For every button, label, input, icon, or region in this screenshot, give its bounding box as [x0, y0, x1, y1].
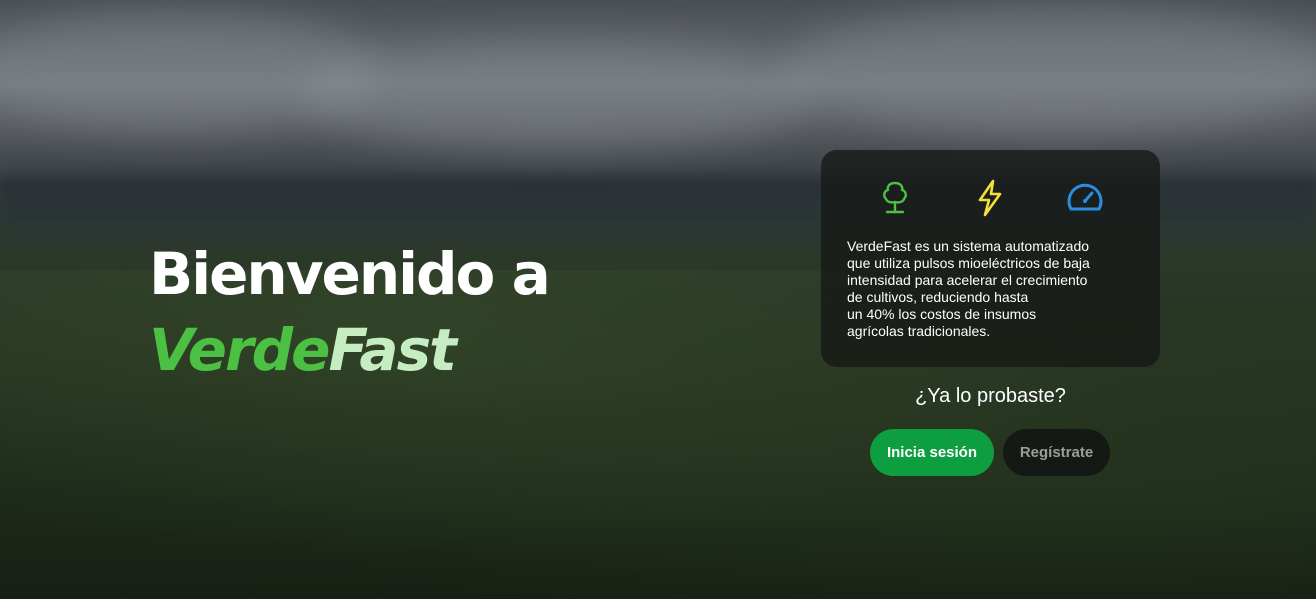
- background-cloud: [780, 5, 1316, 135]
- landing-page: Bienvenido a VerdeFast VerdeFast es un s…: [0, 0, 1316, 599]
- tree-icon: [883, 181, 907, 214]
- feature-icons: [821, 178, 1160, 218]
- description-text: VerdeFast es un sistema automatizado que…: [847, 238, 1090, 339]
- info-card: VerdeFast es un sistema automatizado que…: [821, 150, 1160, 367]
- login-button[interactable]: Inicia sesión: [870, 429, 994, 476]
- try-prompt: ¿Ya lo probaste?: [915, 385, 1066, 407]
- speedometer-icon: [1067, 183, 1103, 211]
- background-cloud: [300, 40, 820, 150]
- brand-name-fast: Fast: [328, 316, 456, 384]
- hero-heading: Bienvenido a VerdeFast: [149, 238, 551, 390]
- register-button[interactable]: Regístrate: [1003, 429, 1110, 476]
- brand-name: VerdeFast: [149, 310, 549, 390]
- brand-name-verde: Verde: [149, 316, 330, 384]
- welcome-text: Bienvenido a: [149, 240, 551, 308]
- lightning-icon: [978, 179, 1002, 217]
